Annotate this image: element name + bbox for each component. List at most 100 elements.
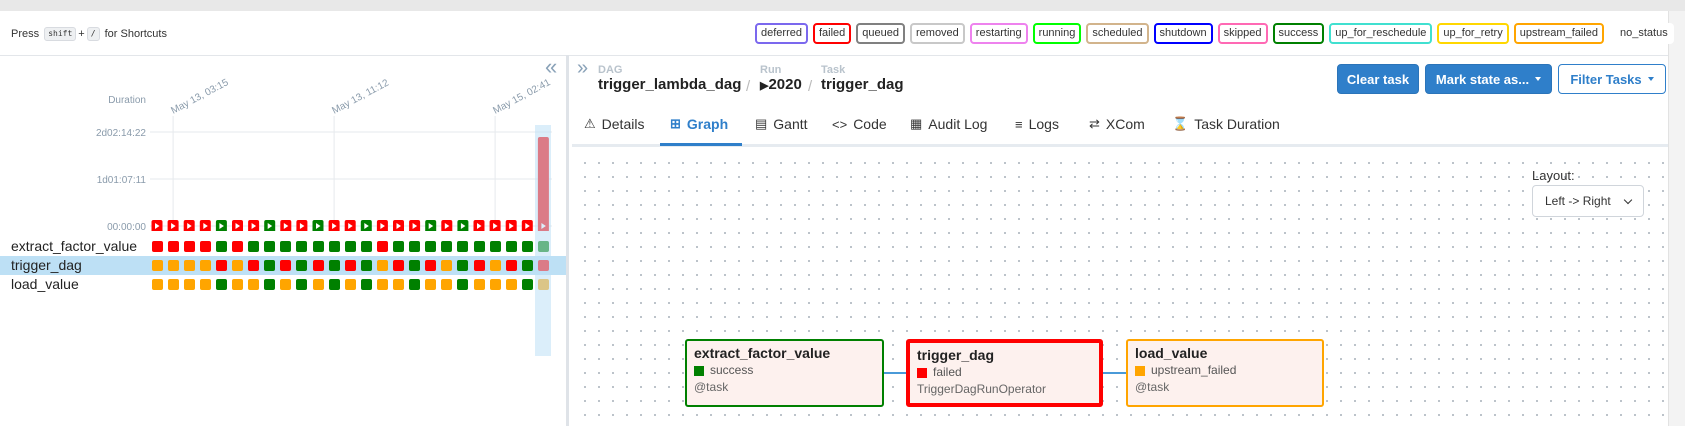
- task-instance-cell[interactable]: [393, 279, 404, 290]
- task-instance-cell[interactable]: [344, 279, 356, 290]
- legend-up-for-reschedule[interactable]: up_for_reschedule: [1329, 23, 1433, 44]
- legend-upstream-failed[interactable]: upstream_failed: [1513, 23, 1604, 44]
- legend-restarting[interactable]: restarting: [969, 23, 1028, 44]
- task-instance-cell[interactable]: [232, 279, 243, 290]
- task-instance-cell[interactable]: [489, 260, 501, 271]
- dag-name[interactable]: trigger_lambda_dag: [598, 76, 741, 93]
- breadcrumb-run[interactable]: Run ▶2020: [760, 64, 802, 95]
- task-instance-cell[interactable]: [441, 241, 453, 252]
- task-instance-cell[interactable]: [376, 260, 388, 271]
- task-instance-cell[interactable]: [393, 241, 404, 252]
- task-instance-cell[interactable]: [151, 279, 163, 290]
- task-instance-cell[interactable]: [248, 279, 260, 290]
- task-instance-cell[interactable]: [264, 260, 276, 271]
- task-instance-cell[interactable]: [376, 241, 388, 252]
- task-instance-cell[interactable]: [473, 279, 485, 290]
- task-row-name[interactable]: trigger_dag: [11, 257, 82, 273]
- clear-task-button[interactable]: Clear task: [1337, 64, 1419, 94]
- task-instance-cell[interactable]: [199, 279, 211, 290]
- task-instance-cell[interactable]: [312, 260, 324, 271]
- task-instance-cell[interactable]: [328, 279, 340, 290]
- task-instance-cell[interactable]: [167, 260, 179, 271]
- task-instance-cell[interactable]: [151, 241, 163, 252]
- tab-gantt[interactable]: ▤ Gantt: [755, 116, 808, 132]
- task-instance-cell[interactable]: [473, 241, 485, 252]
- tab-task-duration[interactable]: ⌛ Task Duration: [1172, 116, 1280, 132]
- legend-deferred[interactable]: deferred: [755, 23, 808, 44]
- task-instance-cell[interactable]: [521, 260, 533, 271]
- task-instance-cell[interactable]: [296, 260, 308, 271]
- task-instance-cell[interactable]: [409, 260, 421, 271]
- task-instance-cell[interactable]: [360, 260, 372, 271]
- task-instance-cell[interactable]: [505, 279, 517, 290]
- legend-failed[interactable]: failed: [812, 23, 852, 44]
- task-instance-cell[interactable]: [167, 279, 179, 290]
- task-instance-cell[interactable]: [264, 279, 276, 290]
- task-instance-cell[interactable]: [505, 260, 517, 271]
- tab-xcom[interactable]: ⇄ XCom: [1089, 116, 1145, 132]
- legend-success[interactable]: success: [1272, 23, 1325, 44]
- task-instance-cell[interactable]: [537, 241, 549, 252]
- task-instance-cell[interactable]: [425, 260, 437, 271]
- legend-no-status[interactable]: no_status: [1614, 23, 1674, 44]
- task-instance-cell[interactable]: [199, 260, 211, 271]
- expand-details-icon[interactable]: »: [577, 58, 588, 78]
- task-instance-cell[interactable]: [312, 279, 324, 290]
- task-instance-cell[interactable]: [489, 279, 501, 290]
- tab-logs[interactable]: ≡ Logs: [1015, 116, 1059, 132]
- task-row-extract-factor-value[interactable]: extract_factor_value: [0, 237, 566, 256]
- run-bar[interactable]: [537, 137, 549, 231]
- task-instance-cell[interactable]: [360, 279, 372, 290]
- legend-up-for-retry[interactable]: up_for_retry: [1437, 23, 1509, 44]
- task-instance-cell[interactable]: [344, 241, 356, 252]
- task-row-name[interactable]: load_value: [11, 276, 79, 292]
- task-instance-cell[interactable]: [280, 241, 292, 252]
- legend-skipped[interactable]: skipped: [1217, 23, 1268, 44]
- tab-audit-log[interactable]: ▦ Audit Log: [910, 116, 987, 132]
- legend-removed[interactable]: removed: [910, 23, 965, 44]
- task-instance-cell[interactable]: [537, 260, 549, 271]
- task-instance-cell[interactable]: [425, 241, 437, 252]
- task-instance-cell[interactable]: [409, 279, 421, 290]
- task-instance-cell[interactable]: [296, 241, 308, 252]
- task-instance-cell[interactable]: [489, 241, 501, 252]
- task-instance-cell[interactable]: [151, 260, 163, 271]
- task-instance-cell[interactable]: [215, 241, 227, 252]
- task-instance-cell[interactable]: [215, 279, 227, 290]
- task-node-extract-factor-value[interactable]: extract_factor_value success @task: [685, 339, 884, 407]
- task-instance-cell[interactable]: [183, 279, 195, 290]
- task-instance-cell[interactable]: [441, 260, 453, 271]
- task-instance-cell[interactable]: [280, 279, 292, 290]
- filter-tasks-button[interactable]: Filter Tasks: [1558, 64, 1666, 94]
- task-instance-cell[interactable]: [328, 241, 340, 252]
- task-name[interactable]: trigger_dag: [821, 76, 904, 93]
- task-instance-cell[interactable]: [409, 241, 421, 252]
- legend-scheduled[interactable]: scheduled: [1086, 23, 1149, 44]
- breadcrumb-task[interactable]: Task trigger_dag: [821, 64, 904, 94]
- task-instance-cell[interactable]: [248, 260, 260, 271]
- task-node-trigger-dag[interactable]: trigger_dag failed TriggerDagRunOperator: [906, 339, 1103, 407]
- task-node-load-value[interactable]: load_value upstream_failed @task: [1126, 339, 1324, 407]
- task-instance-cell[interactable]: [360, 241, 372, 252]
- tab-details[interactable]: ⚠ Details: [584, 116, 644, 132]
- task-instance-cell[interactable]: [199, 241, 211, 252]
- breadcrumb-dag[interactable]: DAG trigger_lambda_dag: [598, 64, 741, 94]
- task-instance-cell[interactable]: [425, 279, 437, 290]
- legend-running[interactable]: running: [1032, 23, 1082, 44]
- task-instance-cell[interactable]: [183, 241, 195, 252]
- task-instance-cell[interactable]: [457, 279, 469, 290]
- task-instance-cell[interactable]: [521, 279, 533, 290]
- legend-shutdown[interactable]: shutdown: [1153, 23, 1213, 44]
- task-instance-cell[interactable]: [296, 279, 308, 290]
- task-instance-cell[interactable]: [232, 260, 243, 271]
- panel-divider[interactable]: [566, 55, 569, 426]
- task-instance-cell[interactable]: [457, 260, 469, 271]
- vertical-scrollbar[interactable]: [1668, 11, 1685, 426]
- legend-queued[interactable]: queued: [856, 23, 905, 44]
- task-instance-cell[interactable]: [215, 260, 227, 271]
- mark-state-button[interactable]: Mark state as...: [1425, 64, 1552, 94]
- task-instance-cell[interactable]: [441, 279, 453, 290]
- task-instance-cell[interactable]: [232, 241, 243, 252]
- task-instance-cell[interactable]: [167, 241, 179, 252]
- task-instance-cell[interactable]: [537, 279, 549, 290]
